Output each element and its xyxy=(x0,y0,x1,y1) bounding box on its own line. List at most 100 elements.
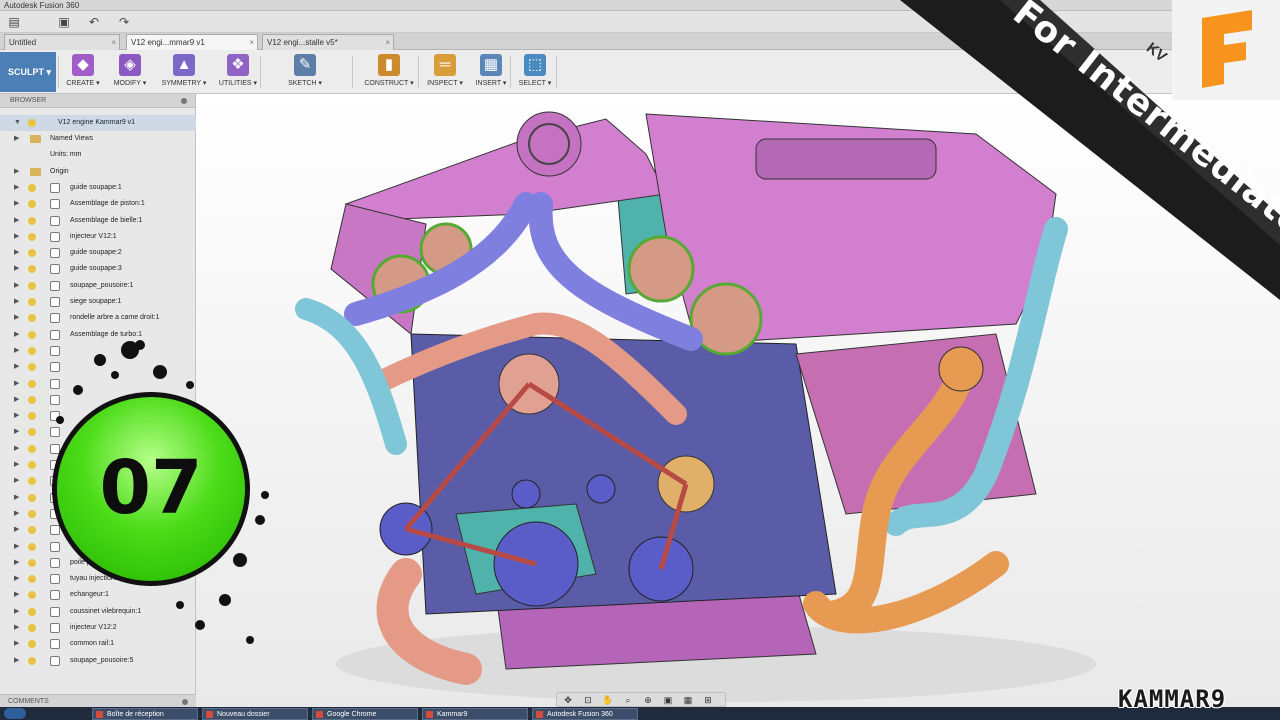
browser-item[interactable]: ▶ soupape_pousoire:5 xyxy=(0,653,196,669)
expand-arrow-icon[interactable]: ▶ xyxy=(14,213,19,229)
expand-arrow-icon[interactable]: ▶ xyxy=(14,376,19,392)
browser-item[interactable]: ▶ xyxy=(0,424,196,440)
toolbar-inspect-button[interactable]: ═ INSPECT ▾ xyxy=(422,52,468,92)
visibility-bulb-icon[interactable] xyxy=(28,558,36,567)
visibility-bulb-icon[interactable] xyxy=(28,526,36,535)
visibility-bulb-icon[interactable] xyxy=(28,461,36,469)
browser-item[interactable]: ▶ xyxy=(0,408,196,424)
expand-arrow-icon[interactable]: ▶ xyxy=(14,343,19,359)
toolbar-select-button[interactable]: ⬚ SELECT ▾ xyxy=(514,52,556,92)
zoom-icon[interactable]: ⌕ xyxy=(621,694,635,706)
browser-item[interactable]: ▶ injecteur V12:2 xyxy=(0,620,196,636)
browser-item[interactable]: ▶ xyxy=(0,376,196,392)
visibility-bulb-icon[interactable] xyxy=(28,298,36,306)
panel-pin-icon[interactable] xyxy=(182,699,188,705)
pan-icon[interactable]: ✋ xyxy=(601,694,615,706)
expand-arrow-icon[interactable]: ▶ xyxy=(14,424,19,440)
browser-item[interactable]: ▶ Assemblage de bielle:1 xyxy=(0,213,196,229)
expand-arrow-icon[interactable]: ▶ xyxy=(14,359,19,375)
viewports-icon[interactable]: ⊞ xyxy=(701,694,715,706)
visibility-bulb-icon[interactable] xyxy=(28,119,36,127)
expand-arrow-icon[interactable]: ▶ xyxy=(14,587,19,603)
expand-arrow-icon[interactable]: ▼ xyxy=(14,115,21,131)
visibility-bulb-icon[interactable] xyxy=(28,183,36,192)
visibility-bulb-icon[interactable] xyxy=(28,330,36,339)
expand-arrow-icon[interactable]: ▶ xyxy=(14,278,19,294)
expand-arrow-icon[interactable]: ▶ xyxy=(14,506,19,522)
expand-arrow-icon[interactable]: ▶ xyxy=(14,441,19,457)
grid-icon[interactable]: ▦ xyxy=(681,694,695,706)
document-tab[interactable]: Untitled × xyxy=(4,34,120,50)
expand-arrow-icon[interactable]: ▶ xyxy=(14,327,19,343)
browser-item[interactable]: ▶ guide soupape:3 xyxy=(0,261,196,277)
visibility-bulb-icon[interactable] xyxy=(28,591,36,600)
browser-item[interactable]: ▶ xyxy=(0,359,196,375)
browser-item[interactable]: ▶ siege soupape:1 xyxy=(0,294,196,310)
file-menu-icon[interactable]: ▤ xyxy=(6,14,22,30)
taskbar-item[interactable]: Kammar9 xyxy=(422,708,528,720)
visibility-bulb-icon[interactable] xyxy=(28,265,36,274)
browser-item[interactable]: ▶ tuyau injection02:1 xyxy=(0,571,196,587)
display-settings-icon[interactable]: ▣ xyxy=(661,694,675,706)
visibility-bulb-icon[interactable] xyxy=(28,607,36,616)
browser-item[interactable]: ▶ Assemblage de turbo:1 xyxy=(0,327,196,343)
visibility-bulb-icon[interactable] xyxy=(28,379,36,388)
document-tab[interactable]: V12 engi...mmar9 v1 × xyxy=(126,34,258,50)
expand-arrow-icon[interactable]: ▶ xyxy=(14,310,19,326)
start-button[interactable] xyxy=(4,708,26,719)
expand-arrow-icon[interactable]: ▶ xyxy=(14,196,19,212)
expand-arrow-icon[interactable]: ▶ xyxy=(14,457,19,473)
browser-item[interactable]: ▶ echangeur:1 xyxy=(0,587,196,603)
browser-item[interactable]: ▶ common rail:1 xyxy=(0,636,196,652)
comments-panel[interactable]: COMMENTS xyxy=(0,694,196,707)
expand-arrow-icon[interactable]: ▶ xyxy=(14,539,19,555)
expand-arrow-icon[interactable]: ▶ xyxy=(14,522,19,538)
close-icon[interactable]: × xyxy=(385,35,390,50)
toolbar-construct-button[interactable]: ▮ CONSTRUCT ▾ xyxy=(358,52,420,92)
expand-arrow-icon[interactable]: ▶ xyxy=(14,392,19,408)
expand-arrow-icon[interactable]: ▶ xyxy=(14,490,19,506)
browser-header[interactable]: BROWSER xyxy=(0,94,195,108)
browser-item[interactable]: ▶ rondelle arbre a came droit:1 xyxy=(0,310,196,326)
expand-arrow-icon[interactable]: ▶ xyxy=(14,653,19,669)
visibility-bulb-icon[interactable] xyxy=(28,477,36,486)
visibility-bulb-icon[interactable] xyxy=(28,542,36,551)
visibility-bulb-icon[interactable] xyxy=(28,624,36,632)
visibility-bulb-icon[interactable] xyxy=(28,493,36,502)
browser-item[interactable]: ▶ Origin xyxy=(0,164,196,180)
browser-root-node[interactable]: ▼ V12 engine Kammar9 v1 xyxy=(0,115,196,131)
expand-arrow-icon[interactable]: ▶ xyxy=(14,473,19,489)
expand-arrow-icon[interactable]: ▶ xyxy=(14,604,19,620)
browser-item[interactable]: ▶ injecteur V12:1 xyxy=(0,229,196,245)
close-icon[interactable]: × xyxy=(111,35,116,50)
taskbar-item[interactable]: Google Chrome xyxy=(312,708,418,720)
browser-item[interactable]: ▶ xyxy=(0,457,196,473)
expand-arrow-icon[interactable]: ▶ xyxy=(14,229,19,245)
expand-arrow-icon[interactable]: ▶ xyxy=(14,555,19,571)
visibility-bulb-icon[interactable] xyxy=(28,232,36,241)
toolbar-sketch-button[interactable]: ✎ SKETCH ▾ xyxy=(266,52,344,92)
expand-arrow-icon[interactable]: ▶ xyxy=(14,408,19,424)
panel-pin-icon[interactable] xyxy=(181,98,187,104)
toolbar-symmetry-button[interactable]: ▲ SYMMETRY ▾ xyxy=(156,52,212,92)
visibility-bulb-icon[interactable] xyxy=(28,575,36,584)
redo-icon[interactable]: ↷ xyxy=(116,14,132,30)
taskbar-item[interactable]: Boîte de réception xyxy=(92,708,198,720)
visibility-bulb-icon[interactable] xyxy=(28,444,36,453)
expand-arrow-icon[interactable]: ▶ xyxy=(14,164,19,180)
browser-item[interactable]: ▶ soupape_pousoire:1 xyxy=(0,278,196,294)
expand-arrow-icon[interactable]: ▶ xyxy=(14,245,19,261)
visibility-bulb-icon[interactable] xyxy=(28,509,36,518)
browser-item[interactable]: ▶ poile poire:1 xyxy=(0,555,196,571)
visibility-bulb-icon[interactable] xyxy=(28,656,36,665)
undo-icon[interactable]: ↶ xyxy=(86,14,102,30)
browser-item[interactable]: ▶ xyxy=(0,539,196,555)
expand-arrow-icon[interactable]: ▶ xyxy=(14,131,19,147)
toolbar-modify-button[interactable]: ◈ MODIFY ▾ xyxy=(108,52,152,92)
browser-item[interactable]: ▶ Named Views xyxy=(0,131,196,147)
browser-item[interactable]: ▶ xyxy=(0,522,196,538)
visibility-bulb-icon[interactable] xyxy=(28,346,36,355)
toolbar-create-button[interactable]: ◆ CREATE ▾ xyxy=(64,52,102,92)
expand-arrow-icon[interactable]: ▶ xyxy=(14,261,19,277)
toolbar-insert-button[interactable]: ▦ INSERT ▾ xyxy=(470,52,512,92)
